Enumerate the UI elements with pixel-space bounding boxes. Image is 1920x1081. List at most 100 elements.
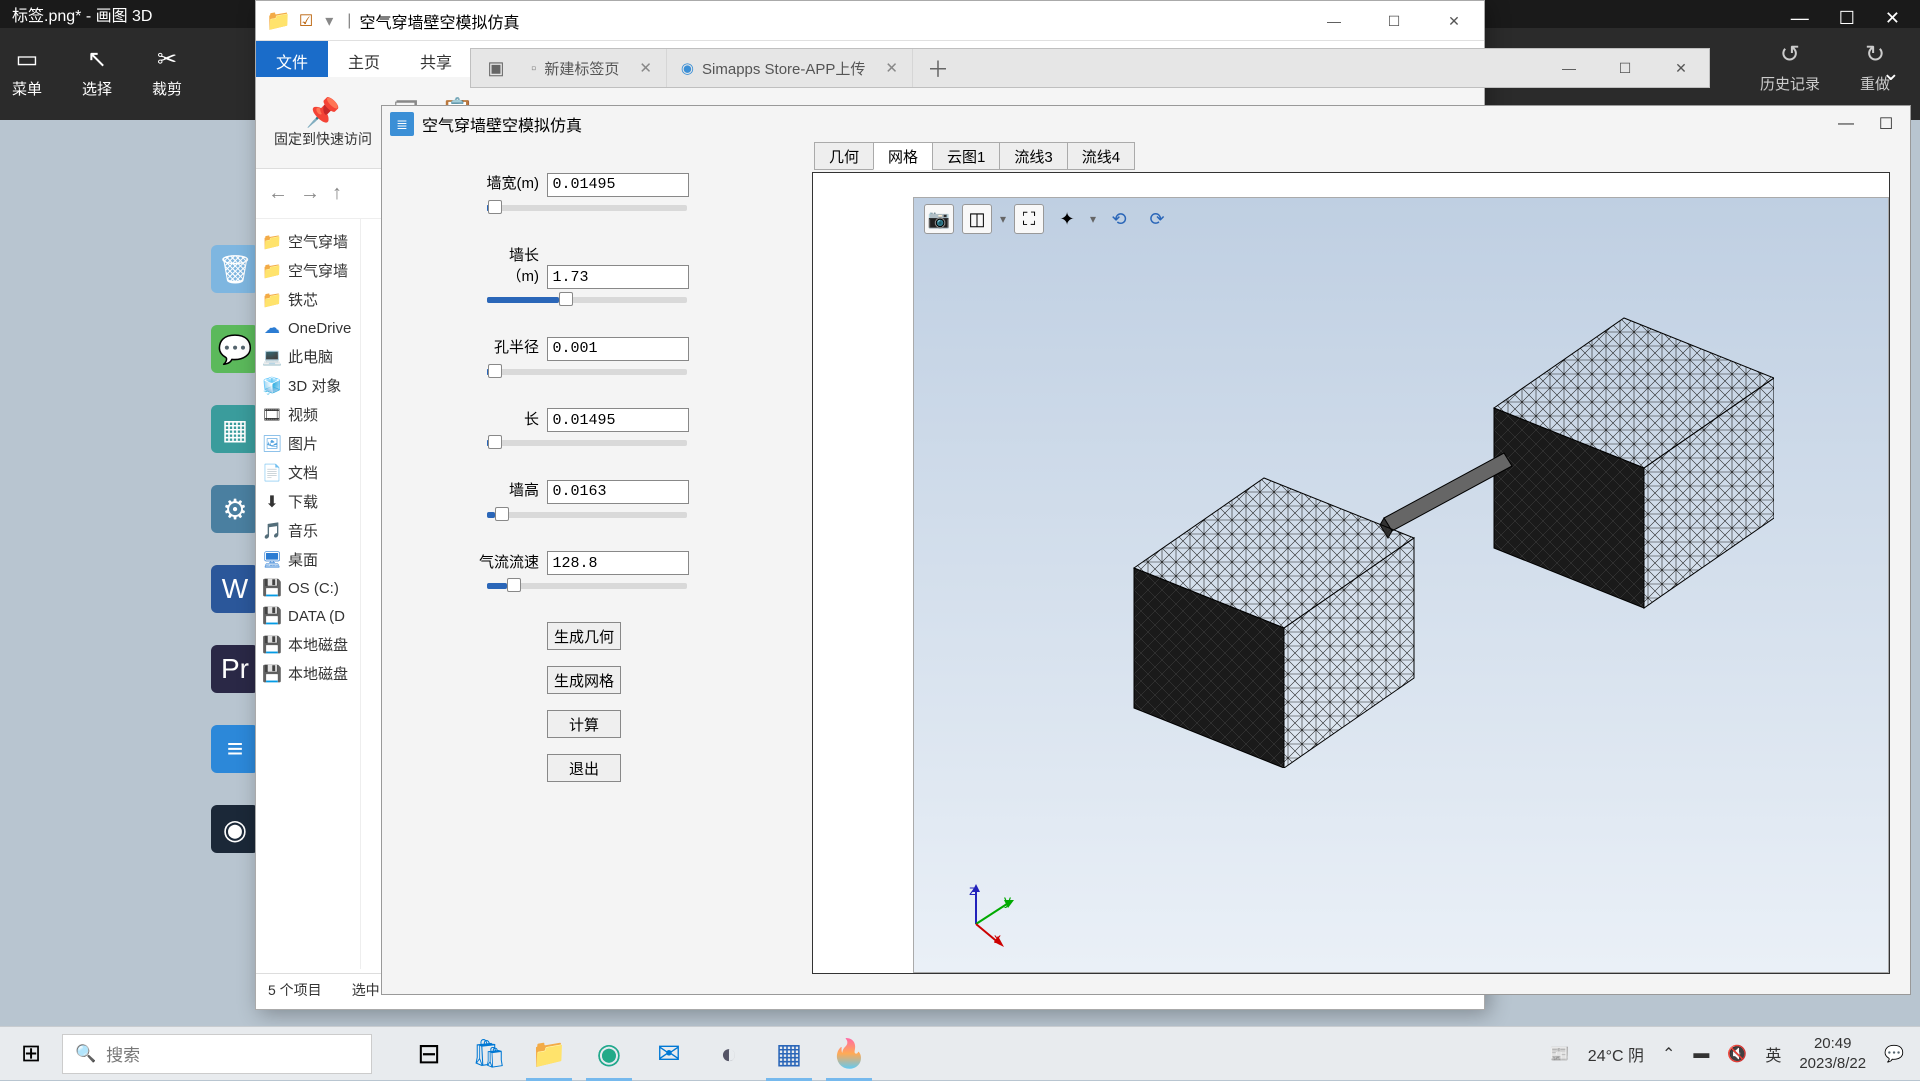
dropdown-icon[interactable]: ▾ bbox=[1090, 212, 1096, 226]
app-icon[interactable]: ◐ bbox=[702, 1027, 756, 1081]
param-input[interactable] bbox=[547, 480, 689, 504]
cube-icon[interactable]: ◫ bbox=[962, 204, 992, 234]
forward-button[interactable]: → bbox=[300, 182, 320, 205]
param-slider[interactable] bbox=[487, 297, 687, 303]
axes-icon[interactable]: ✦ bbox=[1052, 204, 1082, 234]
browser-maximize[interactable]: ☐ bbox=[1597, 48, 1653, 88]
tree-item[interactable]: 🖥桌面 bbox=[260, 545, 356, 574]
param-slider[interactable] bbox=[487, 369, 687, 375]
sim-button-计算[interactable]: 计算 bbox=[547, 710, 621, 738]
battery-icon[interactable]: ▬ bbox=[1693, 1045, 1709, 1063]
explorer-icon[interactable]: 📁 bbox=[522, 1027, 576, 1081]
viewport-tab[interactable]: 几何 bbox=[814, 142, 874, 170]
tree-item[interactable]: 🧊3D 对象 bbox=[260, 371, 356, 400]
tab-actions-icon[interactable]: ▣ bbox=[471, 58, 521, 79]
tab-home[interactable]: 主页 bbox=[328, 41, 400, 77]
param-row: 墙高 bbox=[477, 479, 792, 523]
param-slider[interactable] bbox=[487, 583, 687, 589]
parameter-panel: 墙宽(m) 墙长（m) 孔半径 长 墙高 bbox=[382, 142, 812, 994]
collapse-icon[interactable]: ⌄ bbox=[1882, 60, 1900, 86]
tree-item[interactable]: 📁空气穿墙 bbox=[260, 227, 356, 256]
history-button[interactable]: ↺ 历史记录 bbox=[1760, 40, 1820, 94]
clock[interactable]: 20:49 2023/8/22 bbox=[1799, 1034, 1866, 1073]
tree-item[interactable]: 💻此电脑 bbox=[260, 342, 356, 371]
browser-close[interactable]: ✕ bbox=[1653, 48, 1709, 88]
close-icon[interactable]: ✕ bbox=[1885, 8, 1900, 29]
tree-item[interactable]: 💾DATA (D bbox=[260, 602, 356, 630]
viewport-tab[interactable]: 流线4 bbox=[1067, 142, 1135, 170]
param-input[interactable] bbox=[547, 337, 689, 361]
viewport-tab[interactable]: 流线3 bbox=[999, 142, 1067, 170]
explorer-titlebar[interactable]: 📁 ☑ ▾ | 空气穿墙壁空模拟仿真 — ☐ ✕ bbox=[256, 1, 1484, 41]
search-box[interactable]: 🔍 搜索 bbox=[62, 1034, 372, 1074]
tab-file[interactable]: 文件 bbox=[256, 41, 328, 77]
task-view-icon[interactable]: ⊟ bbox=[402, 1027, 456, 1081]
tree-item-label: 图片 bbox=[288, 433, 318, 454]
start-button[interactable]: ⊞ bbox=[0, 1027, 62, 1081]
sim-button-生成几何[interactable]: 生成几何 bbox=[547, 622, 621, 650]
browser-tab-new[interactable]: ▫ 新建标签页 ✕ bbox=[521, 49, 667, 87]
viewport-tab[interactable]: 云图1 bbox=[932, 142, 1000, 170]
tree-item[interactable]: 🎵音乐 bbox=[260, 516, 356, 545]
news-icon[interactable]: 📰 bbox=[1550, 1044, 1570, 1064]
ime-indicator[interactable]: 英 bbox=[1765, 1042, 1781, 1066]
close-button[interactable]: ✕ bbox=[1424, 1, 1484, 41]
weather-text[interactable]: 24°C 阴 bbox=[1588, 1042, 1644, 1066]
maximize-button[interactable]: ☐ bbox=[1364, 1, 1424, 41]
tree-item[interactable]: 📁铁芯 bbox=[260, 285, 356, 314]
rotate-icon[interactable]: ⟲ bbox=[1104, 204, 1134, 234]
up-button[interactable]: ↑ bbox=[332, 182, 342, 205]
tree-item[interactable]: 💾OS (C:) bbox=[260, 574, 356, 602]
tab-share[interactable]: 共享 bbox=[400, 41, 472, 77]
tab-close-icon[interactable]: ✕ bbox=[639, 59, 652, 77]
3d-viewport[interactable]: 📷 ◫ ▾ ⛶ ✦ ▾ ⟲ ⟳ bbox=[913, 197, 1889, 973]
store-icon[interactable]: 🛍 bbox=[462, 1027, 516, 1081]
select-button[interactable]: ↖ 选择 bbox=[82, 45, 112, 99]
browser-tab-simapps[interactable]: ◉ Simapps Store-APP上传 ✕ bbox=[667, 49, 913, 87]
new-tab-button[interactable]: ＋ bbox=[913, 52, 963, 84]
back-button[interactable]: ← bbox=[268, 182, 288, 205]
tray-chevron-icon[interactable]: ⌃ bbox=[1662, 1044, 1675, 1064]
param-slider[interactable] bbox=[487, 440, 687, 446]
fit-icon[interactable]: ⛶ bbox=[1014, 204, 1044, 234]
tree-item[interactable]: 🖼图片 bbox=[260, 429, 356, 458]
param-slider[interactable] bbox=[487, 205, 687, 211]
sim-button-退出[interactable]: 退出 bbox=[547, 754, 621, 782]
param-input[interactable] bbox=[547, 408, 689, 432]
param-slider[interactable] bbox=[487, 512, 687, 518]
mail-icon[interactable]: ✉ bbox=[642, 1027, 696, 1081]
tree-item[interactable]: ⬇下载 bbox=[260, 487, 356, 516]
browser-minimize[interactable]: — bbox=[1541, 48, 1597, 88]
minimize-button[interactable]: — bbox=[1304, 1, 1364, 41]
param-input[interactable] bbox=[547, 265, 689, 289]
pin-button[interactable]: 📌 固定到快速访问 bbox=[266, 92, 380, 153]
param-input[interactable] bbox=[547, 173, 689, 197]
tree-item[interactable]: 🎞视频 bbox=[260, 400, 356, 429]
tab-close-icon[interactable]: ✕ bbox=[885, 59, 898, 77]
camera-icon[interactable]: 📷 bbox=[924, 204, 954, 234]
volume-icon[interactable]: 🔇 bbox=[1727, 1044, 1747, 1064]
menu-button[interactable]: ▭ 菜单 bbox=[12, 45, 42, 99]
rotate-ccw-icon[interactable]: ⟳ bbox=[1142, 204, 1172, 234]
tree-item[interactable]: ☁OneDrive bbox=[260, 314, 356, 342]
param-input[interactable] bbox=[547, 551, 689, 575]
paint3d-icon[interactable]: 🔥 bbox=[822, 1027, 876, 1081]
tree-item[interactable]: 📄文档 bbox=[260, 458, 356, 487]
sim-titlebar[interactable]: ≣ 空气穿墙壁空模拟仿真 — ☐ bbox=[382, 106, 1910, 142]
edge-icon[interactable]: ◉ bbox=[582, 1027, 636, 1081]
notification-icon[interactable]: 💬 bbox=[1884, 1044, 1904, 1064]
sim-maximize[interactable]: ☐ bbox=[1866, 106, 1906, 142]
crop-button[interactable]: ✂ 裁剪 bbox=[152, 45, 182, 99]
tree-item[interactable]: 💾本地磁盘 bbox=[260, 630, 356, 659]
dropdown-icon[interactable]: ▾ bbox=[325, 11, 333, 31]
pin-icon: 📌 bbox=[274, 96, 372, 129]
dropdown-icon[interactable]: ▾ bbox=[1000, 212, 1006, 226]
tree-item[interactable]: 📁空气穿墙 bbox=[260, 256, 356, 285]
maximize-icon[interactable]: ☐ bbox=[1839, 8, 1855, 29]
tree-item[interactable]: 💾本地磁盘 bbox=[260, 659, 356, 688]
sim-button-生成网格[interactable]: 生成网格 bbox=[547, 666, 621, 694]
sim-minimize[interactable]: — bbox=[1826, 106, 1866, 142]
minimize-icon[interactable]: — bbox=[1791, 8, 1809, 29]
sim-app-icon[interactable]: ▦ bbox=[762, 1027, 816, 1081]
viewport-tab[interactable]: 网格 bbox=[873, 142, 933, 170]
